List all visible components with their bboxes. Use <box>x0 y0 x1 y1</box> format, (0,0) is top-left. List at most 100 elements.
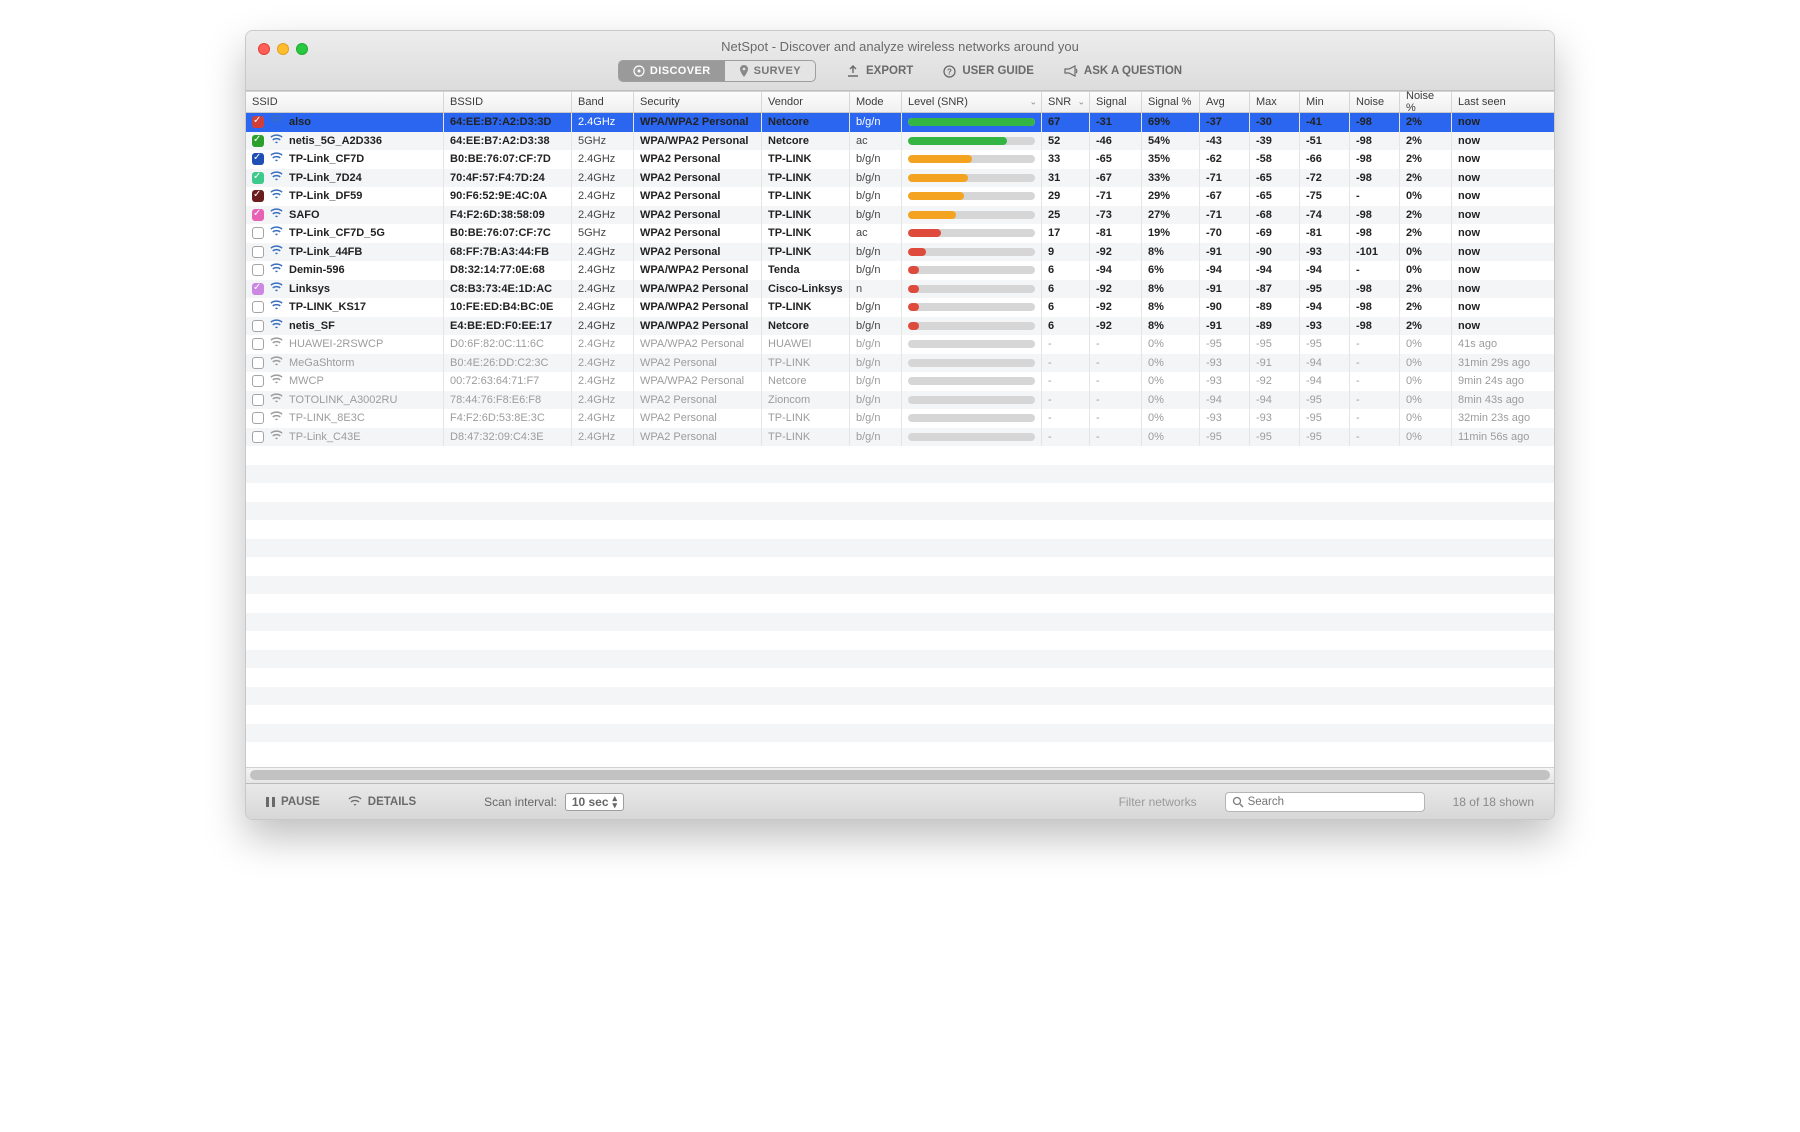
col-min[interactable]: Min <box>1300 92 1350 112</box>
row-checkbox[interactable] <box>252 135 264 147</box>
col-lastseen[interactable]: Last seen <box>1452 92 1554 112</box>
table-row[interactable]: HUAWEI-2RSWCP D0:6F:82:0C:11:6C 2.4GHz W… <box>246 335 1554 354</box>
table-row[interactable]: TOTOLINK_A3002RU 78:44:76:F8:E6:F8 2.4GH… <box>246 391 1554 410</box>
col-mode[interactable]: Mode <box>850 92 902 112</box>
row-checkbox[interactable] <box>252 283 264 295</box>
table-row[interactable]: TP-LINK_8E3C F4:F2:6D:53:8E:3C 2.4GHz WP… <box>246 409 1554 428</box>
cell-min: -95 <box>1300 280 1350 299</box>
table-row[interactable]: netis_5G_A2D336 64:EE:B7:A2:D3:38 5GHz W… <box>246 132 1554 151</box>
cell-level <box>902 409 1042 428</box>
row-checkbox[interactable] <box>252 190 264 202</box>
cell-band: 2.4GHz <box>572 187 634 206</box>
cell-noisepct: 0% <box>1400 335 1452 354</box>
row-checkbox[interactable] <box>252 357 264 369</box>
table-row[interactable]: Linksys C8:B3:73:4E:1D:AC 2.4GHz WPA/WPA… <box>246 280 1554 299</box>
cell-snr: 31 <box>1042 169 1090 188</box>
row-checkbox[interactable] <box>252 375 264 387</box>
pin-icon <box>739 65 749 77</box>
wifi-icon <box>270 115 283 129</box>
row-checkbox[interactable] <box>252 394 264 406</box>
cell-signalpct: 0% <box>1142 391 1200 410</box>
row-checkbox[interactable] <box>252 264 264 276</box>
cell-snr: - <box>1042 409 1090 428</box>
ask-button[interactable]: ASK A QUESTION <box>1064 65 1182 77</box>
row-checkbox[interactable] <box>252 301 264 313</box>
col-noise[interactable]: Noise <box>1350 92 1400 112</box>
cell-max: -94 <box>1250 391 1300 410</box>
search-box[interactable] <box>1225 792 1425 812</box>
row-checkbox[interactable] <box>252 116 264 128</box>
table-row[interactable]: TP-Link_C43E D8:47:32:09:C4:3E 2.4GHz WP… <box>246 428 1554 447</box>
row-checkbox[interactable] <box>252 209 264 221</box>
col-signal[interactable]: Signal <box>1090 92 1142 112</box>
row-checkbox[interactable] <box>252 320 264 332</box>
horizontal-scrollbar[interactable] <box>246 767 1554 783</box>
col-max[interactable]: Max <box>1250 92 1300 112</box>
row-checkbox[interactable] <box>252 431 264 443</box>
export-icon <box>846 65 860 77</box>
zoom-icon[interactable] <box>296 43 308 55</box>
cell-signal: -92 <box>1090 298 1142 317</box>
col-vendor[interactable]: Vendor <box>762 92 850 112</box>
table-row[interactable]: netis_SF E4:BE:ED:F0:EE:17 2.4GHz WPA/WP… <box>246 317 1554 336</box>
table-row[interactable]: also 64:EE:B7:A2:D3:3D 2.4GHz WPA/WPA2 P… <box>246 113 1554 132</box>
cell-ssid: TP-Link_7D24 <box>289 172 362 184</box>
row-checkbox[interactable] <box>252 412 264 424</box>
table-row[interactable]: TP-Link_44FB 68:FF:7B:A3:44:FB 2.4GHz WP… <box>246 243 1554 262</box>
scroll-thumb[interactable] <box>250 770 1550 780</box>
table-row[interactable]: TP-Link_CF7D B0:BE:76:07:CF:7D 2.4GHz WP… <box>246 150 1554 169</box>
discover-label: DISCOVER <box>650 65 711 77</box>
row-checkbox[interactable] <box>252 338 264 350</box>
col-avg[interactable]: Avg <box>1200 92 1250 112</box>
cell-vendor: Netcore <box>762 372 850 391</box>
col-noisepct[interactable]: Noise % <box>1400 92 1452 112</box>
scan-interval-select[interactable]: 10 sec ▴▾ <box>565 793 624 811</box>
userguide-button[interactable]: ? USER GUIDE <box>943 65 1034 78</box>
cell-level <box>902 224 1042 243</box>
row-checkbox[interactable] <box>252 172 264 184</box>
table-row[interactable]: TP-Link_7D24 70:4F:57:F4:7D:24 2.4GHz WP… <box>246 169 1554 188</box>
cell-lastseen: now <box>1452 298 1554 317</box>
export-button[interactable]: EXPORT <box>846 65 913 77</box>
col-level[interactable]: Level (SNR)⌄ <box>902 92 1042 112</box>
cell-signal: -92 <box>1090 317 1142 336</box>
table-row[interactable]: MWCP 00:72:63:64:71:F7 2.4GHz WPA/WPA2 P… <box>246 372 1554 391</box>
pause-button[interactable]: PAUSE <box>266 796 320 808</box>
col-snr[interactable]: SNR⌄ <box>1042 92 1090 112</box>
cell-ssid: Demin-596 <box>289 264 345 276</box>
cell-signalpct: 0% <box>1142 335 1200 354</box>
cell-vendor: TP-LINK <box>762 150 850 169</box>
discover-tab[interactable]: DISCOVER <box>619 61 725 81</box>
cell-signal: -46 <box>1090 132 1142 151</box>
col-vendor-label: Vendor <box>768 96 803 108</box>
details-button[interactable]: DETAILS <box>348 796 416 808</box>
row-checkbox[interactable] <box>252 227 264 239</box>
table-row[interactable]: MeGaShtorm B0:4E:26:DD:C2:3C 2.4GHz WPA2… <box>246 354 1554 373</box>
cell-noise: -98 <box>1350 280 1400 299</box>
row-checkbox[interactable] <box>252 153 264 165</box>
col-signalpct[interactable]: Signal % <box>1142 92 1200 112</box>
empty-row <box>246 557 1554 576</box>
col-security[interactable]: Security <box>634 92 762 112</box>
cell-min: -75 <box>1300 187 1350 206</box>
table-body[interactable]: also 64:EE:B7:A2:D3:3D 2.4GHz WPA/WPA2 P… <box>246 113 1554 767</box>
cell-lastseen: now <box>1452 187 1554 206</box>
col-bssid[interactable]: BSSID <box>444 92 572 112</box>
survey-tab[interactable]: SURVEY <box>725 61 815 81</box>
close-icon[interactable] <box>258 43 270 55</box>
search-input[interactable] <box>1248 796 1418 808</box>
table-row[interactable]: SAFO F4:F2:6D:38:58:09 2.4GHz WPA2 Perso… <box>246 206 1554 225</box>
table-row[interactable]: TP-Link_DF59 90:F6:52:9E:4C:0A 2.4GHz WP… <box>246 187 1554 206</box>
row-checkbox[interactable] <box>252 246 264 258</box>
col-ssid[interactable]: SSID <box>246 92 444 112</box>
table-row[interactable]: Demin-596 D8:32:14:77:0E:68 2.4GHz WPA/W… <box>246 261 1554 280</box>
cell-signalpct: 19% <box>1142 224 1200 243</box>
table-row[interactable]: TP-Link_CF7D_5G B0:BE:76:07:CF:7C 5GHz W… <box>246 224 1554 243</box>
col-band[interactable]: Band <box>572 92 634 112</box>
minimize-icon[interactable] <box>277 43 289 55</box>
cell-noise: - <box>1350 409 1400 428</box>
cell-ssid: MeGaShtorm <box>289 357 354 369</box>
table-row[interactable]: TP-LINK_KS17 10:FE:ED:B4:BC:0E 2.4GHz WP… <box>246 298 1554 317</box>
cell-bssid: D0:6F:82:0C:11:6C <box>444 335 572 354</box>
empty-row <box>246 502 1554 521</box>
